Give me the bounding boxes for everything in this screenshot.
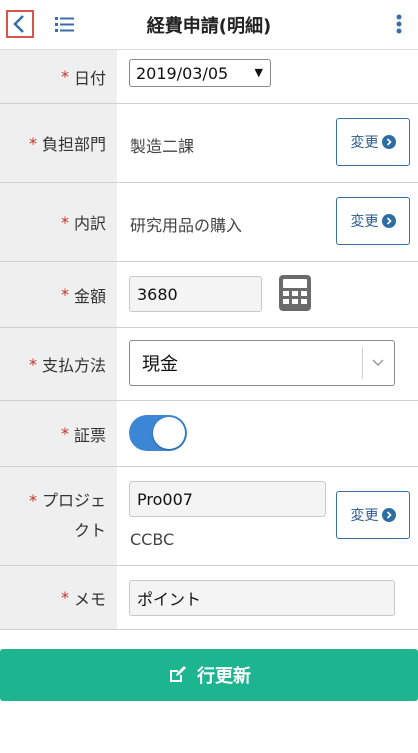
- payment-method-label-text: 支払方法: [41, 356, 106, 375]
- required-mark: *: [28, 491, 37, 510]
- receipt-toggle[interactable]: [129, 415, 187, 451]
- chevron-right-circle-icon: [381, 214, 396, 228]
- project-label-line1: プロジェ: [41, 491, 106, 510]
- memo-row: * メモ ポイント: [0, 565, 418, 629]
- amount-value: 3680: [137, 284, 178, 304]
- required-mark: *: [60, 67, 69, 86]
- more-options-button[interactable]: [394, 12, 404, 36]
- chevron-down-icon: [372, 359, 384, 367]
- department-value: 製造二課: [130, 137, 195, 156]
- more-vertical-icon: [396, 14, 402, 34]
- memo-input[interactable]: ポイント: [129, 580, 395, 616]
- date-label: * 日付: [0, 50, 117, 103]
- select-divider: [362, 347, 363, 379]
- department-label-text: 負担部門: [41, 135, 106, 154]
- project-code-value: Pro007: [137, 489, 193, 509]
- amount-row: * 金額 3680: [0, 261, 418, 327]
- amount-label: * 金額: [0, 262, 117, 327]
- update-row-button[interactable]: 行更新: [0, 649, 418, 701]
- expense-detail-form: * 日付 2019/03/05 ▼ * 負担部門 製造二課 変更 * 内訳 研究…: [0, 50, 418, 630]
- breakdown-label: * 内訳: [0, 183, 117, 261]
- required-mark: *: [60, 588, 69, 607]
- payment-method-value: 現金: [142, 354, 178, 375]
- project-code-input[interactable]: Pro007: [129, 481, 326, 517]
- amount-input[interactable]: 3680: [129, 276, 262, 312]
- project-label: * プロジェ クト: [0, 467, 117, 565]
- receipt-label: * 証票: [0, 401, 117, 466]
- page-title: 経費申請(明細): [146, 16, 272, 37]
- memo-value: ポイント: [137, 590, 202, 609]
- project-row: * プロジェ クト Pro007 CCBC 変更: [0, 466, 418, 565]
- change-button-label: 変更: [350, 508, 379, 524]
- required-mark: *: [60, 285, 69, 304]
- chevron-right-circle-icon: [381, 135, 396, 149]
- edit-icon: [170, 666, 186, 682]
- receipt-label-text: 証票: [73, 425, 106, 445]
- breakdown-row: * 内訳 研究用品の購入 変更: [0, 182, 418, 261]
- required-mark: *: [28, 133, 37, 153]
- memo-label: * メモ: [0, 566, 117, 629]
- project-change-button[interactable]: 変更: [336, 491, 410, 539]
- payment-method-label: * 支払方法: [0, 328, 117, 400]
- update-row-label: 行更新: [197, 666, 251, 687]
- memo-label-text: メモ: [73, 589, 106, 609]
- department-row: * 負担部門 製造二課 変更: [0, 103, 418, 182]
- date-value: 2019/03/05: [136, 63, 229, 83]
- payment-method-select[interactable]: 現金: [129, 340, 395, 386]
- chevron-right-circle-icon: [381, 508, 396, 522]
- payment-method-row: * 支払方法 現金: [0, 327, 418, 400]
- project-name: CCBC: [130, 530, 175, 549]
- breakdown-label-text: 内訳: [73, 214, 106, 233]
- breakdown-value: 研究用品の購入: [130, 216, 243, 235]
- amount-label-text: 金額: [73, 286, 106, 306]
- change-button-label: 変更: [350, 135, 379, 151]
- project-label-line2: クト: [73, 521, 106, 540]
- dropdown-caret-icon: ▼: [254, 66, 263, 79]
- change-button-label: 変更: [350, 214, 379, 230]
- required-mark: *: [28, 354, 37, 374]
- calculator-icon[interactable]: [279, 275, 311, 311]
- receipt-row: * 証票: [0, 400, 418, 466]
- date-row: * 日付 2019/03/05 ▼: [0, 50, 418, 103]
- department-label: * 負担部門: [0, 104, 117, 182]
- date-select[interactable]: 2019/03/05 ▼: [129, 59, 271, 87]
- required-mark: *: [60, 212, 69, 232]
- breakdown-change-button[interactable]: 変更: [336, 197, 410, 245]
- date-label-text: 日付: [73, 68, 106, 88]
- required-mark: *: [60, 424, 69, 443]
- toggle-knob: [153, 417, 185, 449]
- app-header: 経費申請(明細): [0, 0, 418, 50]
- department-change-button[interactable]: 変更: [336, 118, 410, 166]
